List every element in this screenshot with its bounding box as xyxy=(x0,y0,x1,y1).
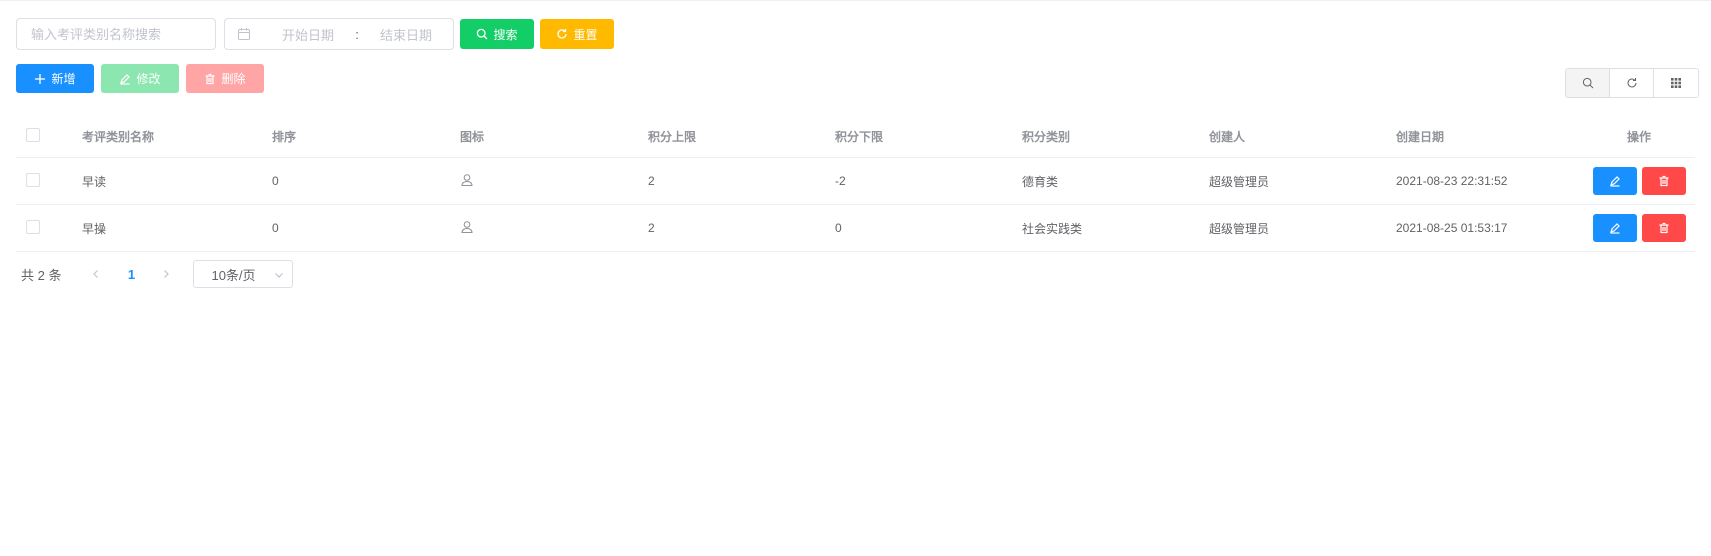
page-size-select[interactable]: 10条/页 xyxy=(193,260,294,288)
column-header: 操作 xyxy=(1626,129,1651,144)
cell-lower-limit: -2 xyxy=(835,174,846,188)
column-header: 积分下限 xyxy=(835,129,884,144)
refresh-icon xyxy=(1627,78,1636,88)
category-table: 考评类别名称 排序 图标 积分上限 积分下限 积分类别 创建人 创建日期 操作 … xyxy=(16,115,1695,252)
range-separator: : xyxy=(355,26,359,42)
calendar-icon xyxy=(238,28,250,40)
cell-created-date: 2021-08-23 22:31:52 xyxy=(1396,174,1508,188)
toggle-search-button[interactable] xyxy=(1566,69,1610,97)
row-edit-button[interactable] xyxy=(1592,214,1637,242)
row-edit-button[interactable] xyxy=(1592,167,1637,195)
total-count: 共 2 条 xyxy=(21,267,62,283)
refresh-button[interactable] xyxy=(1610,69,1654,97)
row-delete-button[interactable] xyxy=(1641,214,1686,242)
table-row[interactable]: 早操 0 2 0 社会实践类 超级管理员 2021-08-25 01:53:17 xyxy=(16,205,1695,252)
search-button-label: 搜索 xyxy=(493,27,518,42)
cell-name: 早读 xyxy=(82,174,107,189)
trash-icon xyxy=(1659,222,1668,234)
date-range-picker[interactable]: 开始日期 : 结束日期 xyxy=(224,18,454,50)
user-icon xyxy=(461,220,473,233)
grid-icon xyxy=(1671,78,1681,88)
cell-created-date: 2021-08-25 01:53:17 xyxy=(1396,221,1508,235)
start-date-placeholder[interactable]: 开始日期 xyxy=(269,25,347,44)
table-row[interactable]: 早读 0 2 -2 德育类 超级管理员 2021-08-23 22:31:52 xyxy=(16,158,1695,205)
column-header: 创建日期 xyxy=(1396,129,1445,144)
column-header: 考评类别名称 xyxy=(82,129,155,144)
reset-button[interactable]: 重置 xyxy=(540,19,614,49)
next-page-button[interactable] xyxy=(151,260,181,288)
cell-upper-limit: 2 xyxy=(648,221,655,235)
delete-button-label: 删除 xyxy=(221,72,246,86)
page-number[interactable]: 1 xyxy=(111,267,151,282)
search-bar: 开始日期 : 结束日期 搜索 重置 xyxy=(16,18,614,50)
cell-creator: 超级管理员 xyxy=(1209,174,1270,189)
prev-page-button[interactable] xyxy=(81,260,111,288)
cell-lower-limit: 0 xyxy=(835,221,842,235)
cell-category: 社会实践类 xyxy=(1022,221,1083,236)
plus-icon xyxy=(35,73,46,84)
column-header: 积分上限 xyxy=(648,129,697,144)
select-all-checkbox[interactable] xyxy=(26,127,40,142)
row-checkbox[interactable] xyxy=(26,172,40,187)
user-icon xyxy=(461,173,473,186)
cell-upper-limit: 2 xyxy=(648,174,655,188)
edit-button[interactable]: 修改 xyxy=(101,64,179,93)
row-delete-button[interactable] xyxy=(1641,167,1686,195)
column-header: 排序 xyxy=(272,129,297,144)
columns-button[interactable] xyxy=(1654,69,1698,97)
trash-icon xyxy=(205,73,215,84)
category-name-search-input[interactable] xyxy=(16,18,216,50)
add-button-label: 新增 xyxy=(51,72,76,86)
delete-button[interactable]: 删除 xyxy=(186,64,264,93)
trash-icon xyxy=(1659,175,1668,187)
cell-category: 德育类 xyxy=(1022,174,1059,189)
cell-sort: 0 xyxy=(272,221,279,235)
search-icon xyxy=(477,28,488,40)
column-header: 创建人 xyxy=(1209,129,1246,144)
search-button[interactable]: 搜索 xyxy=(460,19,534,49)
cell-name: 早操 xyxy=(82,221,107,236)
column-header: 图标 xyxy=(460,129,485,144)
add-button[interactable]: 新增 xyxy=(16,64,94,93)
chevron-left-icon xyxy=(93,270,99,278)
table-header: 考评类别名称 排序 图标 积分上限 积分下限 积分类别 创建人 创建日期 操作 xyxy=(16,115,1695,158)
top-divider xyxy=(0,0,1711,1)
page-size-value: 10条/页 xyxy=(211,267,256,283)
edit-icon xyxy=(1609,223,1620,234)
chevron-right-icon xyxy=(164,270,170,278)
cell-sort: 0 xyxy=(272,174,279,188)
row-checkbox[interactable] xyxy=(26,219,40,234)
table-tools xyxy=(1565,68,1699,98)
chevron-down-icon xyxy=(275,273,284,278)
column-header: 积分类别 xyxy=(1022,129,1071,144)
cell-creator: 超级管理员 xyxy=(1209,221,1270,236)
edit-icon xyxy=(120,73,131,85)
end-date-placeholder[interactable]: 结束日期 xyxy=(367,25,445,44)
pagination: 共 2 条 1 10条/页 xyxy=(21,260,294,288)
edit-icon xyxy=(1609,176,1620,187)
action-toolbar: 新增 修改 删除 xyxy=(16,64,264,93)
refresh-icon xyxy=(557,29,568,39)
edit-button-label: 修改 xyxy=(136,72,161,86)
reset-button-label: 重置 xyxy=(573,27,598,42)
search-icon xyxy=(1582,77,1593,89)
